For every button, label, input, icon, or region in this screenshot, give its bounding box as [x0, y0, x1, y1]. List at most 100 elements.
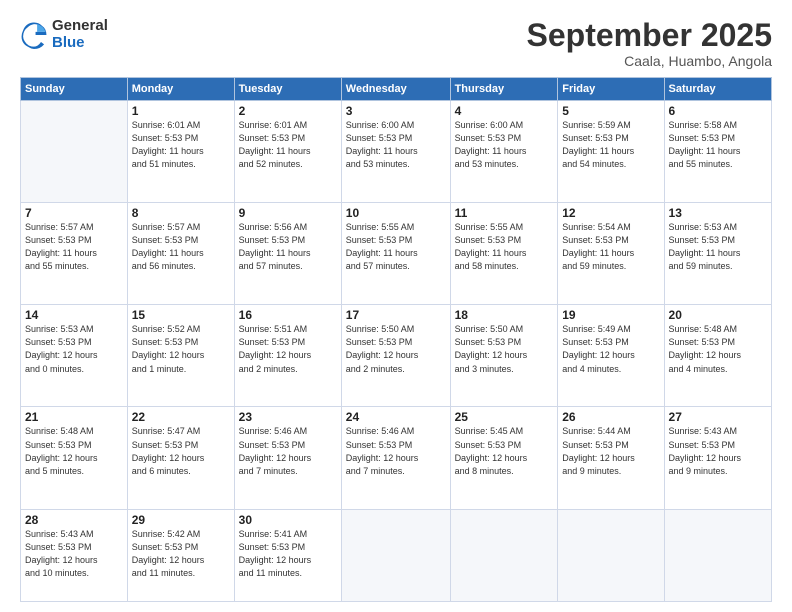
day-number: 18 [455, 308, 554, 322]
day-info: Sunrise: 6:00 AMSunset: 5:53 PMDaylight:… [455, 119, 554, 171]
calendar-day-cell: 2Sunrise: 6:01 AMSunset: 5:53 PMDaylight… [234, 101, 341, 203]
day-number: 28 [25, 513, 123, 527]
day-info: Sunrise: 5:46 AMSunset: 5:53 PMDaylight:… [239, 425, 337, 477]
calendar-day-cell: 14Sunrise: 5:53 AMSunset: 5:53 PMDayligh… [21, 305, 128, 407]
day-number: 7 [25, 206, 123, 220]
calendar-day-cell: 20Sunrise: 5:48 AMSunset: 5:53 PMDayligh… [664, 305, 771, 407]
calendar-day-cell: 28Sunrise: 5:43 AMSunset: 5:53 PMDayligh… [21, 509, 128, 601]
day-info: Sunrise: 6:01 AMSunset: 5:53 PMDaylight:… [132, 119, 230, 171]
day-info: Sunrise: 5:53 AMSunset: 5:53 PMDaylight:… [669, 221, 767, 273]
day-number: 4 [455, 104, 554, 118]
month-title: September 2025 [527, 18, 772, 53]
calendar-day-cell: 11Sunrise: 5:55 AMSunset: 5:53 PMDayligh… [450, 203, 558, 305]
day-info: Sunrise: 5:47 AMSunset: 5:53 PMDaylight:… [132, 425, 230, 477]
day-info: Sunrise: 5:49 AMSunset: 5:53 PMDaylight:… [562, 323, 659, 375]
calendar-table: SundayMondayTuesdayWednesdayThursdayFrid… [20, 77, 772, 602]
calendar-day-cell [21, 101, 128, 203]
logo-icon [20, 21, 48, 49]
calendar-week-row: 21Sunrise: 5:48 AMSunset: 5:53 PMDayligh… [21, 407, 772, 509]
location-subtitle: Caala, Huambo, Angola [527, 53, 772, 69]
day-info: Sunrise: 5:56 AMSunset: 5:53 PMDaylight:… [239, 221, 337, 273]
calendar-day-cell: 8Sunrise: 5:57 AMSunset: 5:53 PMDaylight… [127, 203, 234, 305]
day-info: Sunrise: 5:43 AMSunset: 5:53 PMDaylight:… [25, 528, 123, 580]
calendar-day-cell: 4Sunrise: 6:00 AMSunset: 5:53 PMDaylight… [450, 101, 558, 203]
day-info: Sunrise: 6:00 AMSunset: 5:53 PMDaylight:… [346, 119, 446, 171]
day-info: Sunrise: 5:43 AMSunset: 5:53 PMDaylight:… [669, 425, 767, 477]
day-info: Sunrise: 5:50 AMSunset: 5:53 PMDaylight:… [455, 323, 554, 375]
day-number: 16 [239, 308, 337, 322]
day-info: Sunrise: 5:55 AMSunset: 5:53 PMDaylight:… [346, 221, 446, 273]
day-number: 1 [132, 104, 230, 118]
calendar-day-cell: 27Sunrise: 5:43 AMSunset: 5:53 PMDayligh… [664, 407, 771, 509]
day-info: Sunrise: 5:41 AMSunset: 5:53 PMDaylight:… [239, 528, 337, 580]
day-of-week-wednesday: Wednesday [341, 78, 450, 101]
calendar-header-row: SundayMondayTuesdayWednesdayThursdayFrid… [21, 78, 772, 101]
calendar-week-row: 14Sunrise: 5:53 AMSunset: 5:53 PMDayligh… [21, 305, 772, 407]
calendar-day-cell [664, 509, 771, 601]
day-info: Sunrise: 5:48 AMSunset: 5:53 PMDaylight:… [25, 425, 123, 477]
page: General Blue September 2025 Caala, Huamb… [0, 0, 792, 612]
day-of-week-friday: Friday [558, 78, 664, 101]
day-number: 2 [239, 104, 337, 118]
day-of-week-sunday: Sunday [21, 78, 128, 101]
day-number: 29 [132, 513, 230, 527]
day-of-week-thursday: Thursday [450, 78, 558, 101]
calendar-day-cell: 19Sunrise: 5:49 AMSunset: 5:53 PMDayligh… [558, 305, 664, 407]
day-info: Sunrise: 5:50 AMSunset: 5:53 PMDaylight:… [346, 323, 446, 375]
day-info: Sunrise: 5:42 AMSunset: 5:53 PMDaylight:… [132, 528, 230, 580]
calendar-day-cell: 9Sunrise: 5:56 AMSunset: 5:53 PMDaylight… [234, 203, 341, 305]
calendar-week-row: 7Sunrise: 5:57 AMSunset: 5:53 PMDaylight… [21, 203, 772, 305]
calendar-day-cell: 22Sunrise: 5:47 AMSunset: 5:53 PMDayligh… [127, 407, 234, 509]
calendar-day-cell [558, 509, 664, 601]
day-number: 6 [669, 104, 767, 118]
calendar-day-cell: 10Sunrise: 5:55 AMSunset: 5:53 PMDayligh… [341, 203, 450, 305]
day-info: Sunrise: 5:57 AMSunset: 5:53 PMDaylight:… [25, 221, 123, 273]
calendar-day-cell: 17Sunrise: 5:50 AMSunset: 5:53 PMDayligh… [341, 305, 450, 407]
title-block: September 2025 Caala, Huambo, Angola [527, 18, 772, 69]
day-of-week-monday: Monday [127, 78, 234, 101]
calendar-day-cell: 23Sunrise: 5:46 AMSunset: 5:53 PMDayligh… [234, 407, 341, 509]
header: General Blue September 2025 Caala, Huamb… [20, 18, 772, 69]
day-number: 17 [346, 308, 446, 322]
calendar-day-cell: 5Sunrise: 5:59 AMSunset: 5:53 PMDaylight… [558, 101, 664, 203]
day-of-week-tuesday: Tuesday [234, 78, 341, 101]
day-number: 26 [562, 410, 659, 424]
day-info: Sunrise: 5:46 AMSunset: 5:53 PMDaylight:… [346, 425, 446, 477]
day-info: Sunrise: 5:48 AMSunset: 5:53 PMDaylight:… [669, 323, 767, 375]
day-number: 9 [239, 206, 337, 220]
day-info: Sunrise: 5:45 AMSunset: 5:53 PMDaylight:… [455, 425, 554, 477]
calendar-day-cell: 12Sunrise: 5:54 AMSunset: 5:53 PMDayligh… [558, 203, 664, 305]
day-number: 13 [669, 206, 767, 220]
day-number: 20 [669, 308, 767, 322]
calendar-week-row: 28Sunrise: 5:43 AMSunset: 5:53 PMDayligh… [21, 509, 772, 601]
calendar-day-cell: 16Sunrise: 5:51 AMSunset: 5:53 PMDayligh… [234, 305, 341, 407]
day-number: 10 [346, 206, 446, 220]
calendar-day-cell: 21Sunrise: 5:48 AMSunset: 5:53 PMDayligh… [21, 407, 128, 509]
day-info: Sunrise: 5:51 AMSunset: 5:53 PMDaylight:… [239, 323, 337, 375]
day-number: 22 [132, 410, 230, 424]
calendar-day-cell: 29Sunrise: 5:42 AMSunset: 5:53 PMDayligh… [127, 509, 234, 601]
day-number: 15 [132, 308, 230, 322]
day-info: Sunrise: 5:54 AMSunset: 5:53 PMDaylight:… [562, 221, 659, 273]
day-number: 14 [25, 308, 123, 322]
day-info: Sunrise: 5:44 AMSunset: 5:53 PMDaylight:… [562, 425, 659, 477]
calendar-day-cell: 18Sunrise: 5:50 AMSunset: 5:53 PMDayligh… [450, 305, 558, 407]
day-info: Sunrise: 5:58 AMSunset: 5:53 PMDaylight:… [669, 119, 767, 171]
day-number: 5 [562, 104, 659, 118]
logo-blue: Blue [52, 35, 108, 52]
day-number: 12 [562, 206, 659, 220]
logo-general: General [52, 18, 108, 35]
day-of-week-saturday: Saturday [664, 78, 771, 101]
calendar-day-cell: 25Sunrise: 5:45 AMSunset: 5:53 PMDayligh… [450, 407, 558, 509]
calendar-day-cell: 30Sunrise: 5:41 AMSunset: 5:53 PMDayligh… [234, 509, 341, 601]
day-number: 11 [455, 206, 554, 220]
day-info: Sunrise: 5:59 AMSunset: 5:53 PMDaylight:… [562, 119, 659, 171]
calendar-day-cell: 7Sunrise: 5:57 AMSunset: 5:53 PMDaylight… [21, 203, 128, 305]
calendar-day-cell: 15Sunrise: 5:52 AMSunset: 5:53 PMDayligh… [127, 305, 234, 407]
calendar-week-row: 1Sunrise: 6:01 AMSunset: 5:53 PMDaylight… [21, 101, 772, 203]
day-info: Sunrise: 6:01 AMSunset: 5:53 PMDaylight:… [239, 119, 337, 171]
day-number: 25 [455, 410, 554, 424]
day-number: 27 [669, 410, 767, 424]
day-number: 30 [239, 513, 337, 527]
logo-text: General Blue [52, 18, 108, 51]
